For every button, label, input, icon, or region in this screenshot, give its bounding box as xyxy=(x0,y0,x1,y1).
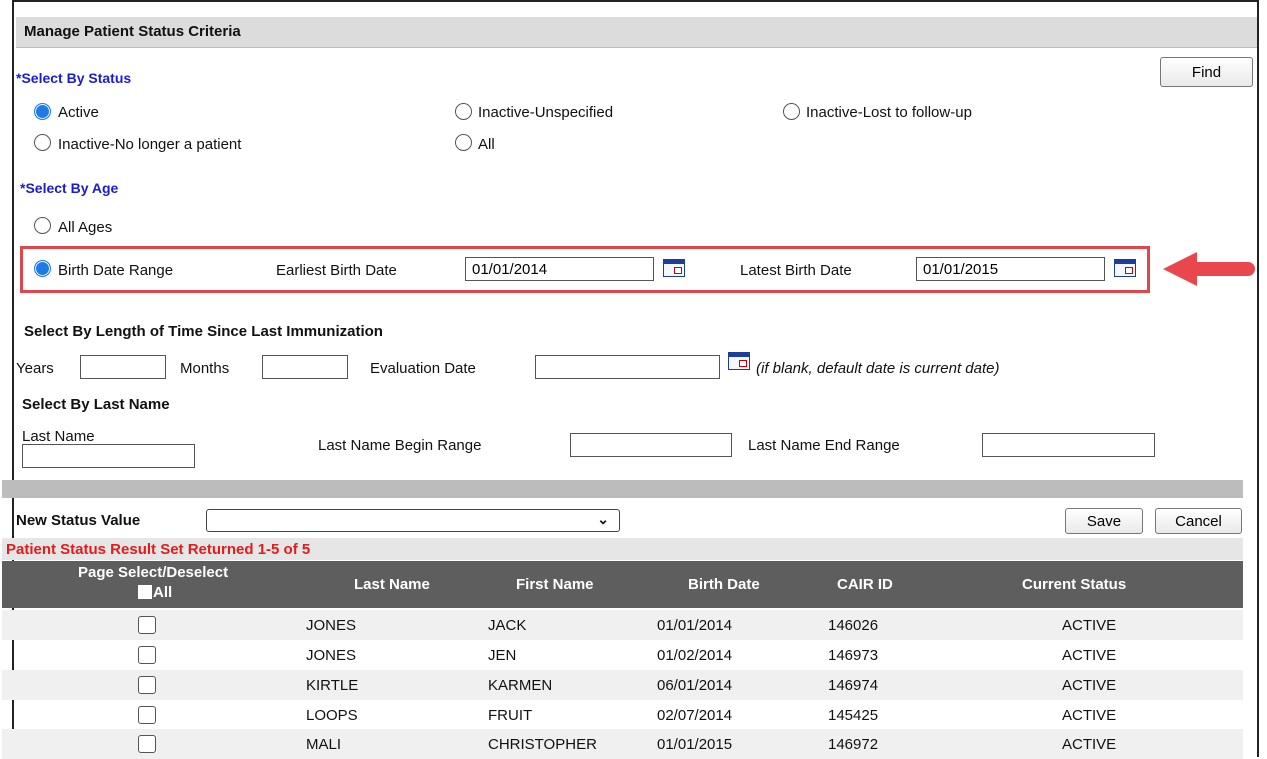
evaluation-date-label: Evaluation Date xyxy=(370,360,476,377)
age-section-heading: *Select By Age xyxy=(20,180,119,196)
cell-last-name: JONES xyxy=(306,647,357,664)
cell-cair-id: 145425 xyxy=(828,707,879,724)
results-table-header: Page Select/Deselect All Last Name First… xyxy=(2,561,1243,608)
table-row: LOOPS FRUIT 02/07/2014 145425 ACTIVE xyxy=(2,700,1243,730)
status-inactive-unspecified-label: Inactive-Unspecified xyxy=(478,104,614,121)
column-birth-date[interactable]: Birth Date xyxy=(688,576,760,593)
save-button[interactable]: Save xyxy=(1065,508,1143,534)
earliest-birth-date-input[interactable] xyxy=(465,257,654,281)
row-select-checkbox[interactable] xyxy=(138,676,156,694)
cell-current-status: ACTIVE xyxy=(1062,707,1117,724)
page-title: Manage Patient Status Criteria xyxy=(24,23,241,40)
table-row: JONES JACK 01/01/2014 146026 ACTIVE xyxy=(2,610,1243,640)
chevron-down-icon: ⌄ xyxy=(597,511,609,527)
status-inactive-no-longer-radio[interactable] xyxy=(34,134,51,151)
cell-first-name: KARMEN xyxy=(488,677,553,694)
years-label: Years xyxy=(16,360,54,377)
cell-birth-date: 06/01/2014 xyxy=(657,677,733,694)
find-button[interactable]: Find xyxy=(1160,57,1253,87)
callout-arrow-icon xyxy=(1163,252,1197,286)
age-all-ages-radio[interactable] xyxy=(34,217,51,234)
age-birth-date-range-radio[interactable] xyxy=(34,260,51,277)
cell-current-status: ACTIVE xyxy=(1062,647,1117,664)
months-label: Months xyxy=(180,360,230,377)
new-status-select[interactable]: ⌄ xyxy=(206,509,620,532)
cell-birth-date: 01/01/2014 xyxy=(657,617,733,634)
select-all-checkbox[interactable] xyxy=(138,585,152,599)
cell-cair-id: 146973 xyxy=(828,647,879,664)
cell-first-name: CHRISTOPHER xyxy=(488,736,597,753)
section-divider xyxy=(2,480,1243,498)
cell-first-name: FRUIT xyxy=(488,707,533,724)
last-name-begin-label: Last Name Begin Range xyxy=(318,437,482,454)
months-input[interactable] xyxy=(262,355,348,379)
cell-current-status: ACTIVE xyxy=(1062,736,1117,753)
result-summary-bar: Patient Status Result Set Returned 1-5 o… xyxy=(2,538,1243,560)
status-active-radio[interactable] xyxy=(34,103,51,120)
status-inactive-lost-radio[interactable] xyxy=(783,103,800,120)
cell-current-status: ACTIVE xyxy=(1062,617,1117,634)
cell-first-name: JACK xyxy=(488,617,527,634)
row-select-checkbox[interactable] xyxy=(138,646,156,664)
status-all-radio[interactable] xyxy=(455,134,472,151)
cell-last-name: LOOPS xyxy=(306,707,358,724)
evaluation-date-input[interactable] xyxy=(535,355,720,379)
row-select-checkbox[interactable] xyxy=(138,735,156,753)
latest-birth-date-input[interactable] xyxy=(916,257,1105,281)
cell-birth-date: 02/07/2014 xyxy=(657,707,733,724)
status-all-label: All xyxy=(478,136,495,153)
cell-cair-id: 146026 xyxy=(828,617,879,634)
evaluation-calendar-icon[interactable] xyxy=(728,352,750,370)
column-last-name[interactable]: Last Name xyxy=(354,576,430,593)
cell-cair-id: 146974 xyxy=(828,677,879,694)
select-all-label: All xyxy=(153,584,173,601)
row-select-checkbox[interactable] xyxy=(138,706,156,724)
table-row: KIRTLE KARMEN 06/01/2014 146974 ACTIVE xyxy=(2,670,1243,700)
age-all-ages-label: All Ages xyxy=(58,219,113,236)
select-all-control[interactable]: All xyxy=(138,584,172,601)
status-inactive-lost-label: Inactive-Lost to follow-up xyxy=(806,104,972,121)
status-inactive-unspecified-radio[interactable] xyxy=(455,103,472,120)
status-section-heading: *Select By Status xyxy=(16,70,132,86)
column-current-status[interactable]: Current Status xyxy=(1022,576,1126,593)
new-status-label: New Status Value xyxy=(16,512,141,529)
earliest-calendar-icon[interactable] xyxy=(663,259,685,277)
table-row: JONES JEN 01/02/2014 146973 ACTIVE xyxy=(2,640,1243,670)
cell-cair-id: 146972 xyxy=(828,736,879,753)
cell-current-status: ACTIVE xyxy=(1062,677,1117,694)
last-name-input[interactable] xyxy=(22,444,195,468)
latest-calendar-icon[interactable] xyxy=(1114,259,1136,277)
page-header: Manage Patient Status Criteria xyxy=(16,17,1257,48)
cell-birth-date: 01/01/2015 xyxy=(657,736,733,753)
length-section-heading: Select By Length of Time Since Last Immu… xyxy=(24,323,383,340)
last-name-end-label: Last Name End Range xyxy=(748,437,900,454)
latest-birth-date-label: Latest Birth Date xyxy=(740,262,852,279)
last-name-end-input[interactable] xyxy=(982,433,1155,457)
last-name-label: Last Name xyxy=(22,428,95,445)
row-select-checkbox[interactable] xyxy=(138,616,156,634)
cell-last-name: KIRTLE xyxy=(306,677,359,694)
last-name-begin-input[interactable] xyxy=(570,433,732,457)
result-summary: Patient Status Result Set Returned 1-5 o… xyxy=(6,541,311,558)
cell-birth-date: 01/02/2014 xyxy=(657,647,733,664)
column-first-name[interactable]: First Name xyxy=(516,576,594,593)
evaluation-date-hint: (if blank, default date is current date) xyxy=(756,360,1000,377)
earliest-birth-date-label: Earliest Birth Date xyxy=(276,262,397,279)
status-inactive-no-longer-label: Inactive-No longer a patient xyxy=(58,136,242,153)
page-select-header: Page Select/Deselect xyxy=(78,564,229,581)
cell-first-name: JEN xyxy=(488,647,517,664)
cell-last-name: JONES xyxy=(306,617,357,634)
age-birth-date-range-label: Birth Date Range xyxy=(58,262,174,279)
table-row: MALI CHRISTOPHER 01/01/2015 146972 ACTIV… xyxy=(2,729,1243,759)
callout-arrow-shaft xyxy=(1195,262,1255,276)
years-input[interactable] xyxy=(80,355,166,379)
column-cair-id[interactable]: CAIR ID xyxy=(837,576,893,593)
status-active-label: Active xyxy=(58,104,99,121)
cell-last-name: MALI xyxy=(306,736,342,753)
lastname-section-heading: Select By Last Name xyxy=(22,396,170,413)
cancel-button[interactable]: Cancel xyxy=(1155,508,1242,534)
